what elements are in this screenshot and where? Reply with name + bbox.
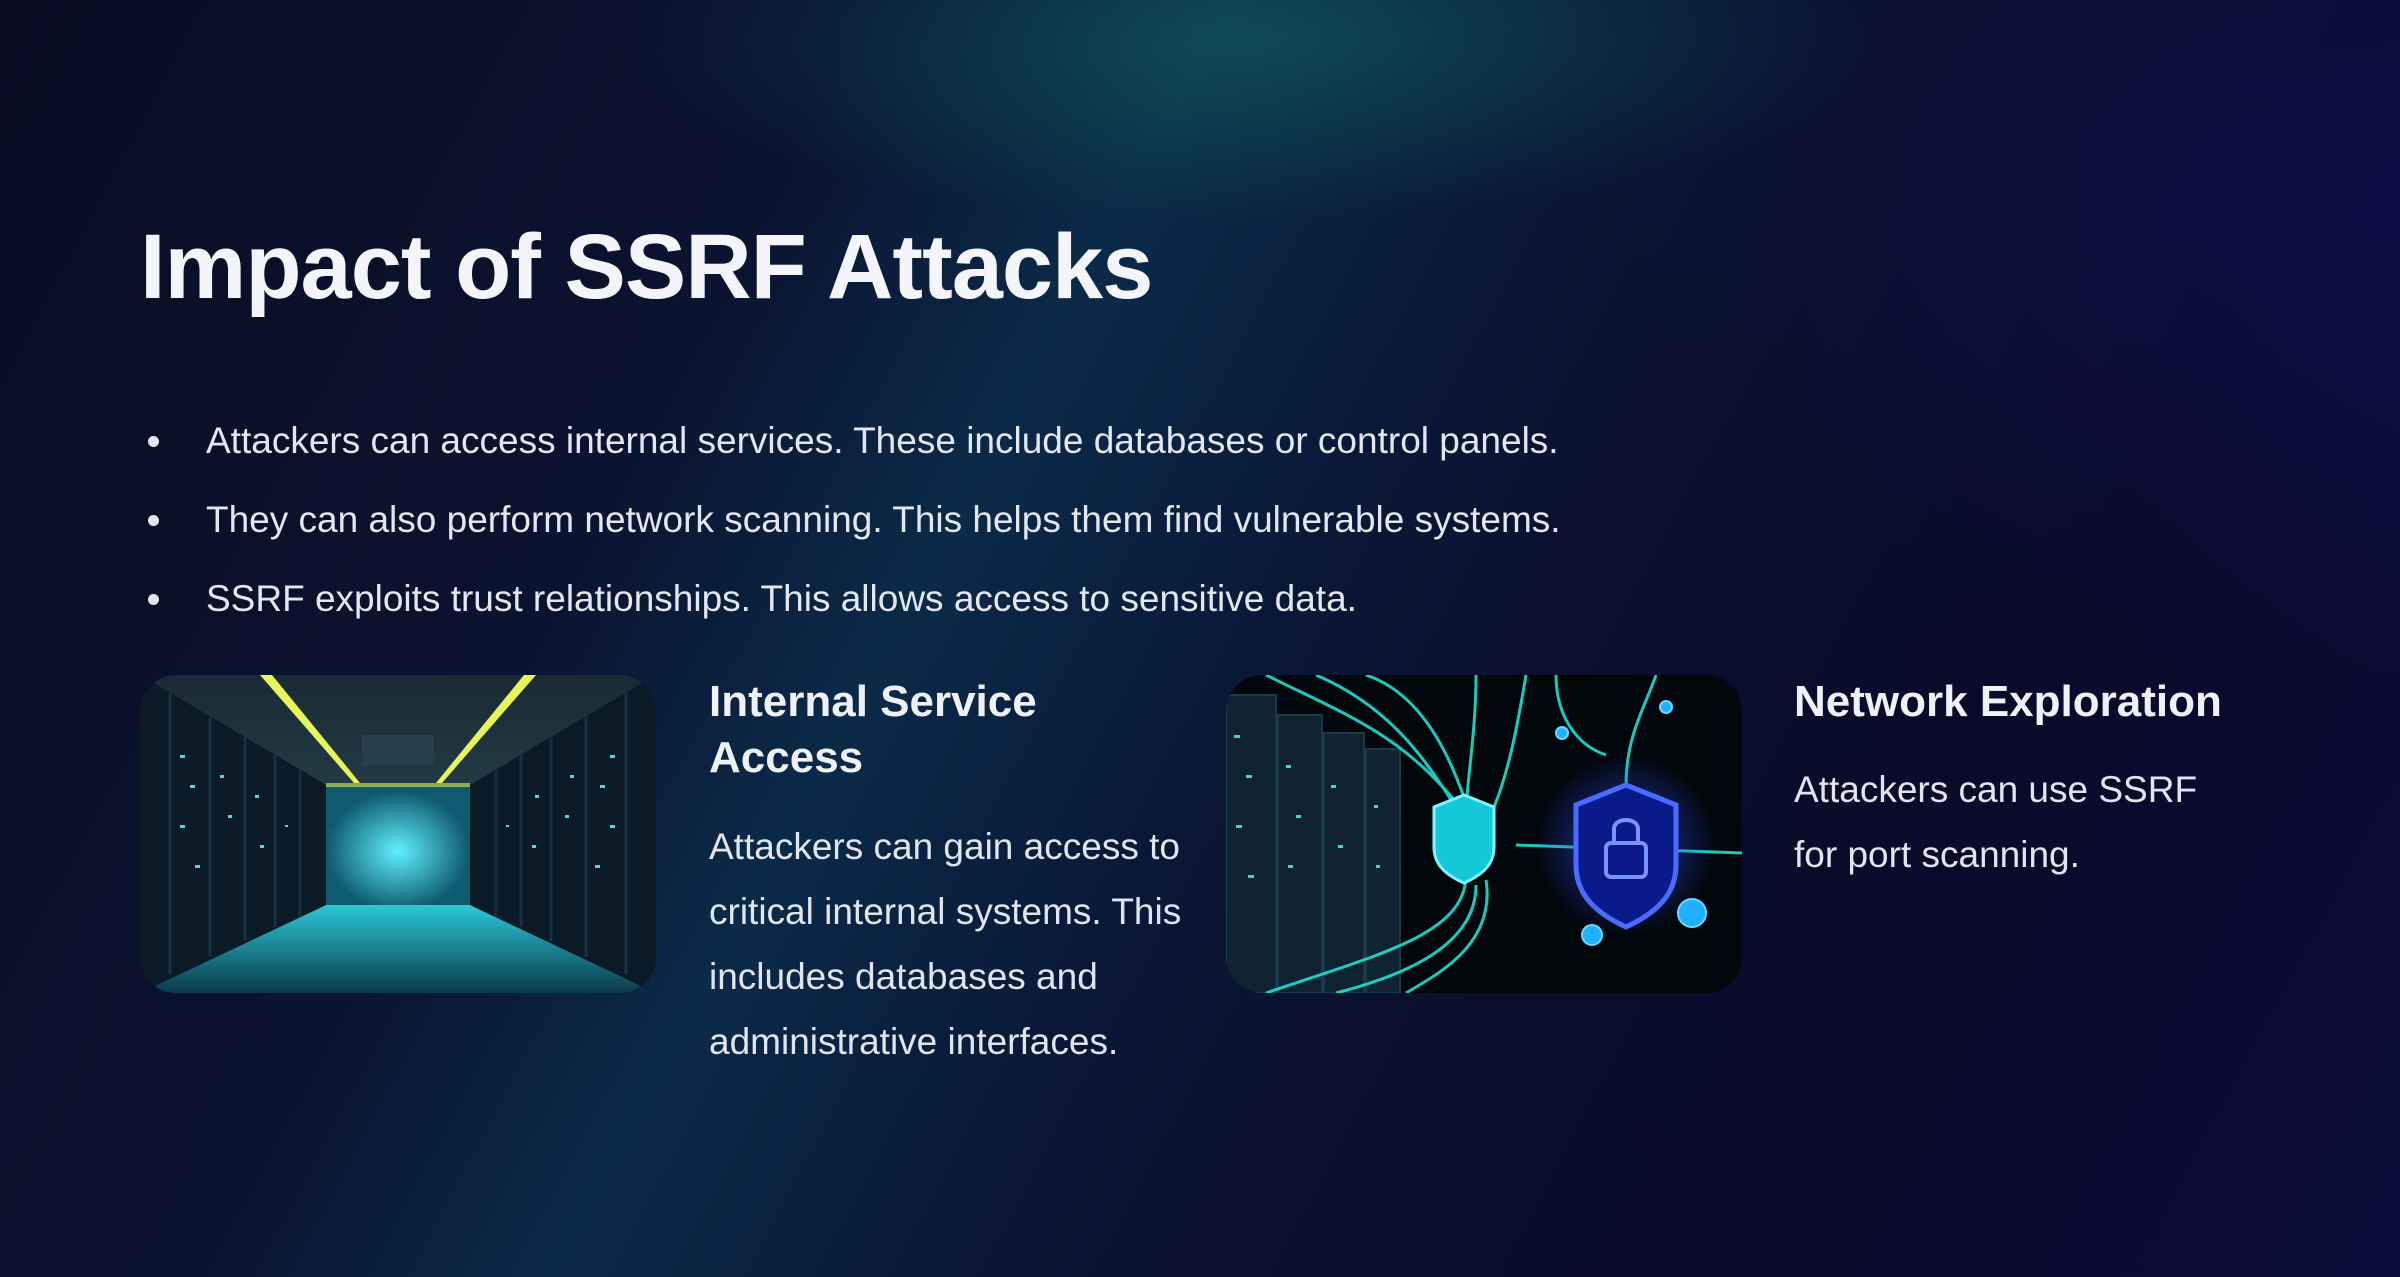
bullet-text: Attackers can access internal services. … — [206, 420, 1559, 461]
bullet-dot — [148, 594, 159, 605]
bullet-item: Attackers can access internal services. … — [140, 414, 1561, 493]
card-desc-network-exploration: Attackers can use SSRF for port scanning… — [1794, 769, 2198, 875]
card-title-internal-service-access: Internal Service Access — [709, 677, 1037, 782]
server-room-corridor-image — [140, 675, 656, 993]
network-security-shield-image — [1226, 675, 1742, 993]
slide: Impact of SSRF Attacks Attackers can acc… — [0, 0, 2400, 1277]
bullet-dot — [148, 436, 159, 447]
card-title-network-exploration: Network Exploration — [1794, 677, 2222, 726]
card-desc-internal-service-access: Attackers can gain access to critical in… — [709, 826, 1182, 1062]
bullet-text: They can also perform network scanning. … — [206, 499, 1561, 540]
bullet-item: They can also perform network scanning. … — [140, 493, 1561, 572]
bullet-dot — [148, 515, 159, 526]
bullet-item: SSRF exploits trust relationships. This … — [140, 572, 1561, 651]
bullet-list: Attackers can access internal services. … — [140, 414, 1561, 651]
slide-title: Impact of SSRF Attacks — [140, 216, 1153, 318]
bullet-text: SSRF exploits trust relationships. This … — [206, 578, 1357, 619]
